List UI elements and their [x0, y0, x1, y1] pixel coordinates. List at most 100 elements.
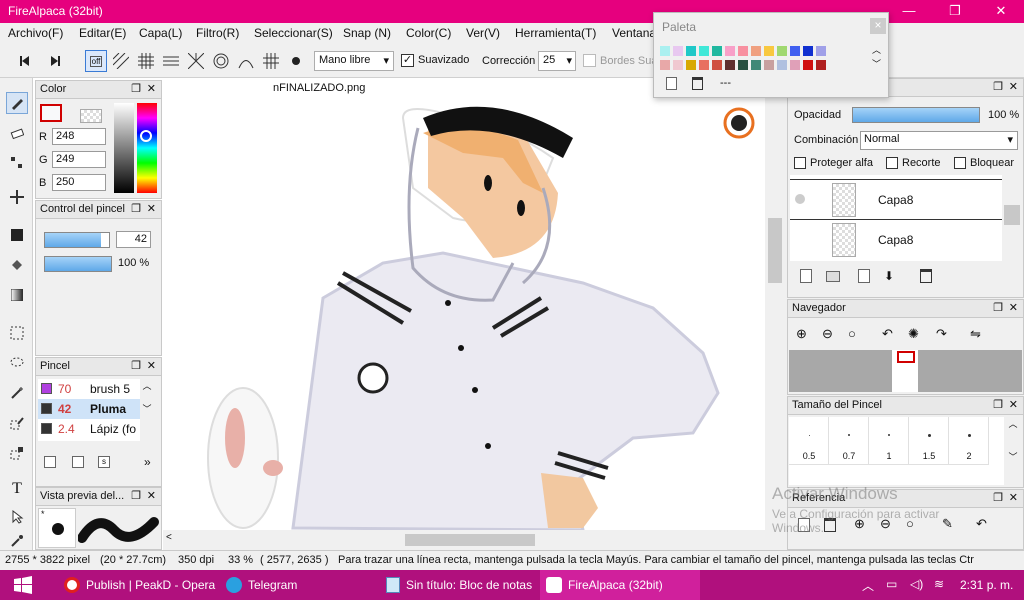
blend-mode-select[interactable]: Normal ▾ — [860, 131, 1018, 150]
next-icon[interactable] — [44, 50, 66, 72]
zoom-in-icon[interactable]: ⊕ — [796, 326, 807, 342]
flip-icon[interactable]: ⇋ — [970, 326, 981, 342]
menu-editar[interactable]: Editar(E) — [79, 26, 126, 40]
ref-zoom-out-icon[interactable]: ⊖ — [880, 516, 891, 532]
b-input[interactable]: 250 — [52, 174, 106, 191]
menu-snap[interactable]: Snap (N) — [343, 26, 391, 40]
palette-delete-icon[interactable] — [692, 77, 703, 90]
merge-down-icon[interactable]: ⬇ — [884, 269, 898, 283]
g-input[interactable]: 249 — [52, 151, 106, 168]
brush-item[interactable]: 2.4 Lápiz (fo — [38, 419, 140, 439]
ref-rotate-icon[interactable]: ↶ — [976, 516, 987, 532]
clip-checkbox[interactable] — [886, 157, 898, 169]
layer-row[interactable]: Capa8 — [790, 179, 1002, 219]
undock-icon[interactable]: ❐ — [993, 491, 1003, 504]
gradient-tool-icon[interactable] — [6, 284, 28, 306]
correction-select[interactable]: 25 ▾ — [538, 51, 576, 71]
delete-layer-icon[interactable] — [920, 269, 932, 283]
menu-color[interactable]: Color(C) — [406, 26, 451, 40]
brush-item[interactable]: 62Lápiz — [38, 439, 140, 441]
layer-row[interactable]: Capa8 — [790, 219, 1002, 259]
palette-swatch[interactable] — [660, 60, 670, 70]
brush-size-cell[interactable]: 2 — [949, 417, 989, 465]
task-telegram[interactable]: Telegram — [220, 570, 303, 600]
menu-herramienta[interactable]: Herramienta(T) — [515, 26, 596, 40]
brush-size-cell[interactable]: 0.7 — [829, 417, 869, 465]
rotate-reset-icon[interactable]: ✺ — [908, 326, 919, 342]
new-layer-icon[interactable] — [800, 269, 812, 283]
palette-swatch[interactable] — [712, 46, 722, 56]
snap-cross-icon[interactable] — [160, 50, 182, 72]
windows-start-icon[interactable] — [14, 576, 32, 594]
layer-list-scrollbar[interactable] — [1004, 205, 1020, 225]
brush-settings-icon[interactable] — [72, 456, 84, 468]
palette-swatch[interactable] — [816, 46, 826, 56]
layer-visibility-icon[interactable] — [795, 194, 805, 204]
palette-swatch[interactable] — [790, 60, 800, 70]
snap-parallel-icon[interactable] — [110, 50, 132, 72]
palette-scroll-down-icon[interactable]: ﹀ — [872, 57, 881, 70]
bucket-tool-icon[interactable] — [6, 254, 28, 276]
foreground-color-swatch[interactable] — [40, 104, 62, 122]
rotate-right-icon[interactable]: ↷ — [936, 326, 947, 342]
fill-rect-tool-icon[interactable] — [6, 224, 28, 246]
new-brush-icon[interactable] — [44, 456, 56, 468]
palette-swatch[interactable] — [686, 60, 696, 70]
palette-close-button[interactable]: × — [870, 18, 886, 34]
duplicate-layer-icon[interactable] — [858, 269, 870, 283]
palette-swatch[interactable] — [699, 60, 709, 70]
navigator-preview[interactable] — [789, 350, 1022, 392]
close-icon[interactable]: ✕ — [1009, 398, 1018, 411]
menu-archivo[interactable]: Archivo(F) — [8, 26, 63, 40]
edges-checkbox[interactable] — [583, 54, 596, 67]
canvas-horizontal-scrollbar[interactable]: < — [163, 530, 765, 550]
hue-handle[interactable] — [140, 130, 152, 142]
clock[interactable]: 2:31 p. m. — [960, 578, 1013, 592]
undock-icon[interactable]: ❐ — [993, 80, 1003, 93]
canvas-area[interactable]: nFINALIZADO.png < — [163, 78, 765, 550]
palette-swatch[interactable] — [660, 46, 670, 56]
snap-circle-icon[interactable] — [210, 50, 232, 72]
brush-size-cell[interactable]: 0.5 — [789, 417, 829, 465]
palette-swatch[interactable] — [673, 60, 683, 70]
lasso-tool-icon[interactable] — [6, 352, 28, 374]
palette-add-icon[interactable] — [666, 77, 677, 90]
menu-seleccionar[interactable]: Seleccionar(S) — [254, 26, 333, 40]
brush-size-input[interactable]: 42 — [116, 231, 151, 248]
ref-zoom-fit-icon[interactable]: ○ — [906, 516, 914, 531]
palette-swatch[interactable] — [816, 60, 826, 70]
brush-more-button[interactable]: » — [144, 455, 151, 469]
palette-swatch[interactable] — [777, 60, 787, 70]
snap-grid-icon[interactable] — [135, 50, 157, 72]
smoothing-checkbox[interactable]: ✓ — [401, 54, 414, 67]
palette-swatch[interactable] — [725, 46, 735, 56]
canvas-vscroll-thumb[interactable] — [768, 218, 782, 283]
ref-delete-icon[interactable] — [824, 518, 836, 532]
scroll-left-icon[interactable]: < — [166, 532, 172, 543]
operation-tool-icon[interactable] — [6, 506, 28, 528]
background-color-swatch[interactable] — [80, 109, 102, 123]
palette-scroll-up-icon[interactable]: ︿ — [872, 43, 881, 56]
prev-icon[interactable] — [14, 50, 36, 72]
palette-swatch[interactable] — [738, 46, 748, 56]
brush-size-slider[interactable] — [44, 232, 110, 248]
palette-swatch[interactable] — [764, 60, 774, 70]
brush-item[interactable]: 42 Pluma — [38, 399, 140, 419]
undock-icon[interactable]: ❐ — [993, 301, 1003, 314]
ref-eyedropper-icon[interactable]: ✎ — [942, 516, 953, 532]
brush-save-icon[interactable]: s — [98, 456, 110, 468]
brush-size-cell[interactable]: 1.5 — [909, 417, 949, 465]
undock-icon[interactable]: ❐ — [131, 202, 141, 215]
volume-icon[interactable]: ◁) — [910, 577, 923, 591]
close-icon[interactable]: ✕ — [147, 489, 156, 502]
zoom-fit-icon[interactable]: ○ — [848, 326, 856, 341]
hue-slider[interactable] — [137, 103, 157, 193]
close-icon[interactable]: ✕ — [147, 82, 156, 95]
snap-radial-icon[interactable] — [185, 50, 207, 72]
move-tool-icon[interactable] — [6, 186, 28, 208]
palette-swatch[interactable] — [738, 60, 748, 70]
ref-new-icon[interactable] — [798, 518, 810, 532]
snap-curve-icon[interactable] — [235, 50, 257, 72]
brush-size-scrollbar[interactable]: ︿ ﹀ — [1005, 417, 1021, 485]
brush-list-scrollbar[interactable]: ︿ ﹀ — [140, 379, 154, 441]
